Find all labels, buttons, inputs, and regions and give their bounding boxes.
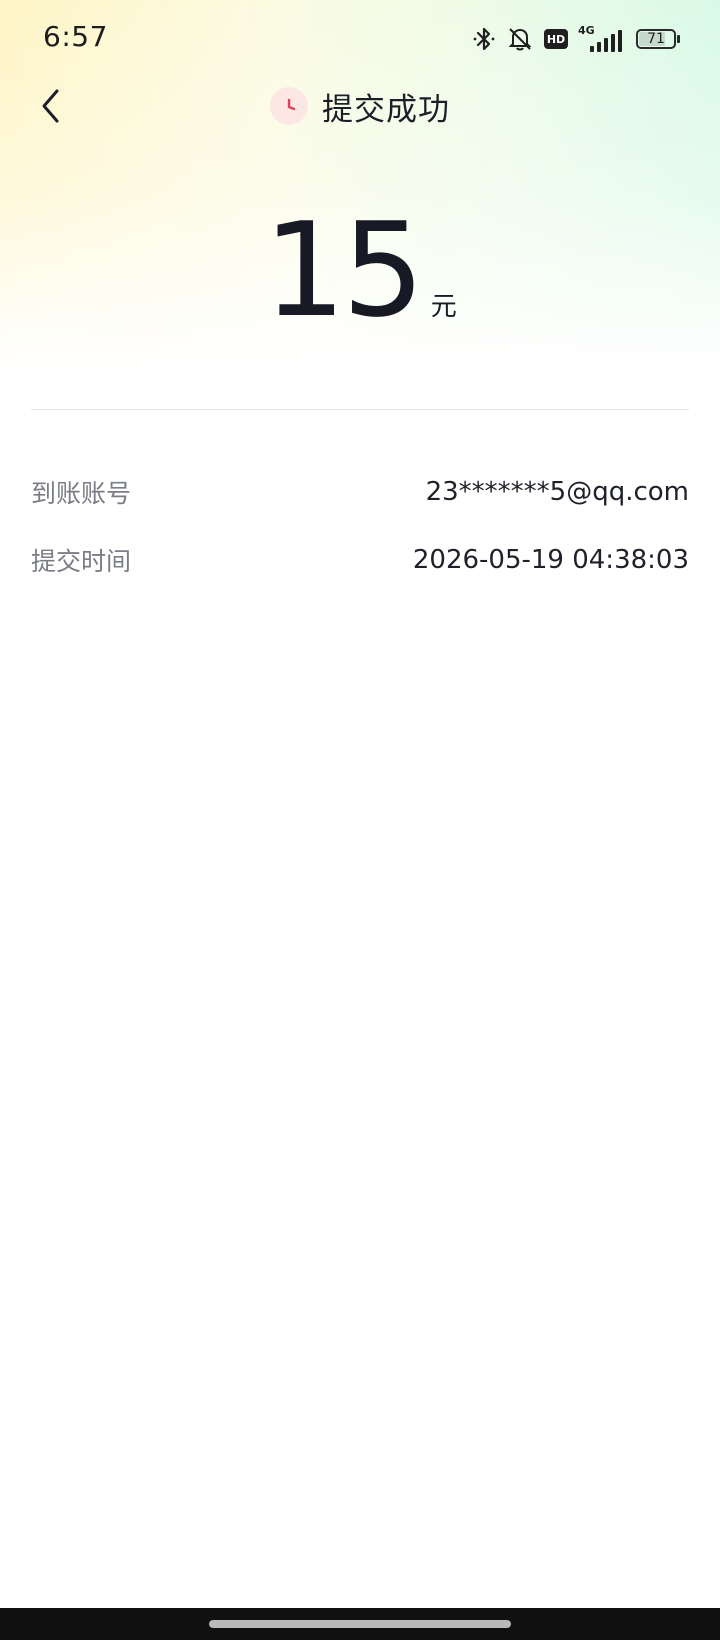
status-time: 6:57 bbox=[43, 20, 108, 53]
hd-icon: HD bbox=[544, 29, 568, 49]
detail-value: 23*******5@qq.com bbox=[425, 477, 689, 507]
battery-level: 71 bbox=[647, 31, 665, 47]
signal-4g-icon: 4G bbox=[578, 24, 626, 52]
clock-icon bbox=[270, 87, 308, 125]
home-indicator[interactable] bbox=[209, 1620, 511, 1628]
detail-row-account: 到账账号 23*******5@qq.com bbox=[31, 458, 689, 526]
detail-label: 提交时间 bbox=[31, 547, 132, 576]
amount-value: 15 bbox=[263, 194, 424, 346]
battery-icon: 71 bbox=[636, 29, 680, 49]
status-bar: 6:57 HD 4G 71 bbox=[0, 0, 720, 78]
detail-row-time: 提交时间 2026-05-19 04:38:03 bbox=[31, 526, 689, 594]
battery-body: 71 bbox=[636, 29, 676, 49]
bluetooth-icon bbox=[472, 26, 496, 52]
status-icons: HD 4G 71 bbox=[472, 24, 680, 54]
detail-list: 到账账号 23*******5@qq.com 提交时间 2026-05-19 0… bbox=[31, 458, 689, 594]
detail-value: 2026-05-19 04:38:03 bbox=[412, 545, 689, 575]
bell-muted-icon bbox=[506, 25, 534, 53]
navigation-bar bbox=[0, 1608, 720, 1640]
amount-unit: 元 bbox=[430, 292, 457, 322]
amount-display: 15 元 bbox=[0, 205, 720, 335]
signal-bars bbox=[590, 30, 622, 52]
header: 提交成功 bbox=[0, 78, 720, 134]
divider bbox=[31, 409, 689, 410]
battery-cap bbox=[677, 35, 680, 43]
page-title: 提交成功 bbox=[322, 91, 450, 128]
header-title-group: 提交成功 bbox=[0, 78, 720, 134]
detail-label: 到账账号 bbox=[31, 479, 132, 508]
